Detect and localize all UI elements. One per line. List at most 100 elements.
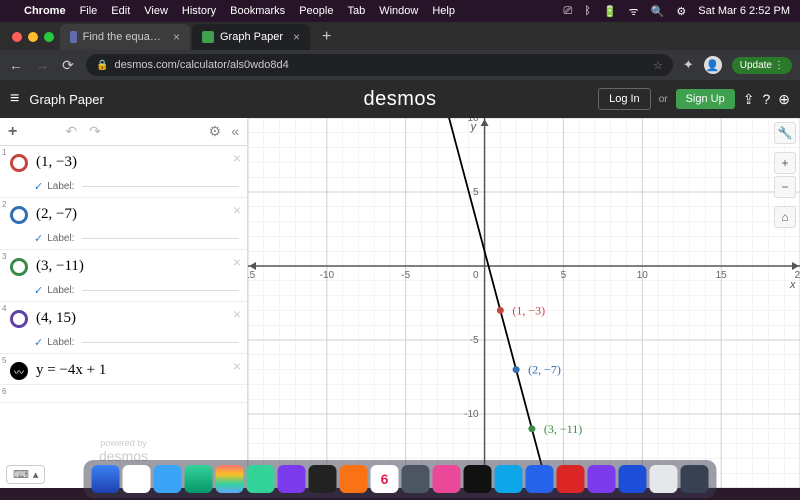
nav-back-button[interactable]: ← — [8, 57, 24, 73]
expression-color-icon[interactable] — [10, 206, 28, 224]
expression-row[interactable]: 1 (1, −3) × ✓Label: — [0, 146, 247, 198]
graph-canvas[interactable]: -15-10-55101520-15-10-55100xy(1, −3)(2, … — [248, 118, 800, 488]
dock-app-icon[interactable] — [495, 465, 523, 493]
expression-color-icon[interactable] — [10, 154, 28, 172]
battery-icon[interactable]: 🔋 — [603, 5, 617, 18]
menubar-clock[interactable]: Sat Mar 6 2:52 PM — [698, 5, 790, 17]
hamburger-icon[interactable]: ≡ — [10, 90, 19, 108]
keyboard-toggle[interactable]: ⌨ ▴ — [6, 465, 45, 484]
menu-tab[interactable]: Tab — [347, 5, 365, 17]
home-zoom-button[interactable]: ⌂ — [774, 206, 796, 228]
dock-app-icon[interactable] — [154, 465, 182, 493]
maximize-window-icon[interactable] — [44, 32, 54, 42]
wifi-icon[interactable]: ᯤ — [629, 4, 639, 19]
login-button[interactable]: Log In — [598, 88, 651, 110]
delete-expression-icon[interactable]: × — [233, 150, 241, 166]
zoom-in-button[interactable]: + — [774, 152, 796, 174]
share-icon[interactable]: ⇪ — [743, 91, 755, 108]
nav-reload-button[interactable]: ⟳ — [60, 57, 76, 74]
close-window-icon[interactable] — [12, 32, 22, 42]
star-icon[interactable]: ☆ — [653, 59, 663, 72]
dock-app-icon[interactable] — [92, 465, 120, 493]
delete-expression-icon[interactable]: × — [233, 306, 241, 322]
label-checkbox[interactable]: ✓ — [34, 284, 43, 297]
extensions-icon[interactable]: ✦ — [683, 57, 694, 73]
help-icon[interactable]: ? — [762, 91, 770, 107]
wrench-icon[interactable]: 🔧 — [774, 122, 796, 144]
expression-formula[interactable]: (2, −7) — [36, 204, 239, 223]
redo-icon[interactable]: ↷ — [89, 123, 101, 140]
menu-help[interactable]: Help — [432, 5, 455, 17]
menu-edit[interactable]: Edit — [111, 5, 130, 17]
expression-formula[interactable]: y = −4x + 1 — [36, 360, 239, 379]
expression-row-empty[interactable]: 6 — [0, 385, 247, 403]
add-expression-button[interactable]: + — [8, 123, 17, 141]
dock-app-icon[interactable] — [650, 465, 678, 493]
label-row[interactable]: ✓Label: — [4, 336, 239, 349]
menu-file[interactable]: File — [80, 5, 98, 17]
macos-dock[interactable]: 6 — [84, 460, 717, 498]
minimize-window-icon[interactable] — [28, 32, 38, 42]
window-controls[interactable] — [8, 32, 60, 50]
label-input[interactable] — [82, 342, 239, 343]
menu-bookmarks[interactable]: Bookmarks — [230, 5, 285, 17]
dock-app-icon[interactable] — [216, 465, 244, 493]
menu-view[interactable]: View — [144, 5, 168, 17]
update-button[interactable]: Update ⋮ — [732, 57, 792, 74]
expression-color-icon[interactable] — [10, 258, 28, 276]
label-input[interactable] — [82, 238, 239, 239]
browser-tab[interactable]: Find the equation of the linear × — [60, 24, 190, 50]
profile-avatar[interactable]: 👤 — [704, 56, 722, 74]
new-tab-button[interactable]: + — [312, 24, 341, 50]
expression-row[interactable]: 3 (3, −11) × ✓Label: — [0, 250, 247, 302]
dock-app-icon[interactable] — [619, 465, 647, 493]
tab-close-icon[interactable]: × — [293, 30, 300, 44]
dock-app-icon[interactable] — [278, 465, 306, 493]
dock-app-icon[interactable] — [123, 465, 151, 493]
dock-app-icon[interactable] — [588, 465, 616, 493]
bluetooth-icon[interactable]: ᛒ — [584, 5, 591, 17]
zoom-out-button[interactable]: − — [774, 176, 796, 198]
browser-tab-active[interactable]: Graph Paper × — [192, 24, 310, 50]
lock-icon[interactable]: 🔒 — [96, 60, 108, 71]
dock-app-icon[interactable]: 6 — [371, 465, 399, 493]
screenshare-icon[interactable]: ⎚ — [564, 5, 573, 18]
label-row[interactable]: ✓Label: — [4, 180, 239, 193]
nav-forward-button[interactable]: → — [34, 57, 50, 73]
dock-app-icon[interactable] — [681, 465, 709, 493]
menu-window[interactable]: Window — [379, 5, 418, 17]
menu-people[interactable]: People — [299, 5, 333, 17]
label-input[interactable] — [82, 290, 239, 291]
expression-color-icon[interactable]: 〰 — [10, 362, 28, 380]
undo-icon[interactable]: ↶ — [65, 123, 77, 140]
control-center-icon[interactable]: ⚙ — [676, 5, 686, 18]
label-row[interactable]: ✓Label: — [4, 232, 239, 245]
dock-app-icon[interactable] — [247, 465, 275, 493]
label-checkbox[interactable]: ✓ — [34, 232, 43, 245]
menubar-app-name[interactable]: Chrome — [24, 5, 66, 17]
expression-color-icon[interactable] — [10, 310, 28, 328]
gear-icon[interactable]: ⚙ — [209, 123, 222, 140]
search-icon[interactable]: 🔍 — [651, 5, 665, 18]
label-checkbox[interactable]: ✓ — [34, 336, 43, 349]
dock-app-icon[interactable] — [185, 465, 213, 493]
dock-app-icon[interactable] — [557, 465, 585, 493]
dock-app-icon[interactable] — [402, 465, 430, 493]
expression-row[interactable]: 5 〰 y = −4x + 1 × — [0, 354, 247, 385]
expression-formula[interactable]: (1, −3) — [36, 152, 239, 171]
delete-expression-icon[interactable]: × — [233, 358, 241, 374]
expression-formula[interactable]: (4, 15) — [36, 308, 239, 327]
label-checkbox[interactable]: ✓ — [34, 180, 43, 193]
dock-app-icon[interactable] — [340, 465, 368, 493]
tab-close-icon[interactable]: × — [173, 30, 180, 44]
settings-icon[interactable]: ⊕ — [778, 91, 790, 108]
label-input[interactable] — [82, 186, 239, 187]
delete-expression-icon[interactable]: × — [233, 202, 241, 218]
dock-app-icon[interactable] — [464, 465, 492, 493]
graph-title[interactable]: Graph Paper — [29, 92, 103, 107]
expression-formula[interactable]: (3, −11) — [36, 256, 239, 275]
expression-row[interactable]: 4 (4, 15) × ✓Label: — [0, 302, 247, 354]
signup-button[interactable]: Sign Up — [676, 89, 735, 109]
expression-row[interactable]: 2 (2, −7) × ✓Label: — [0, 198, 247, 250]
dock-app-icon[interactable] — [433, 465, 461, 493]
